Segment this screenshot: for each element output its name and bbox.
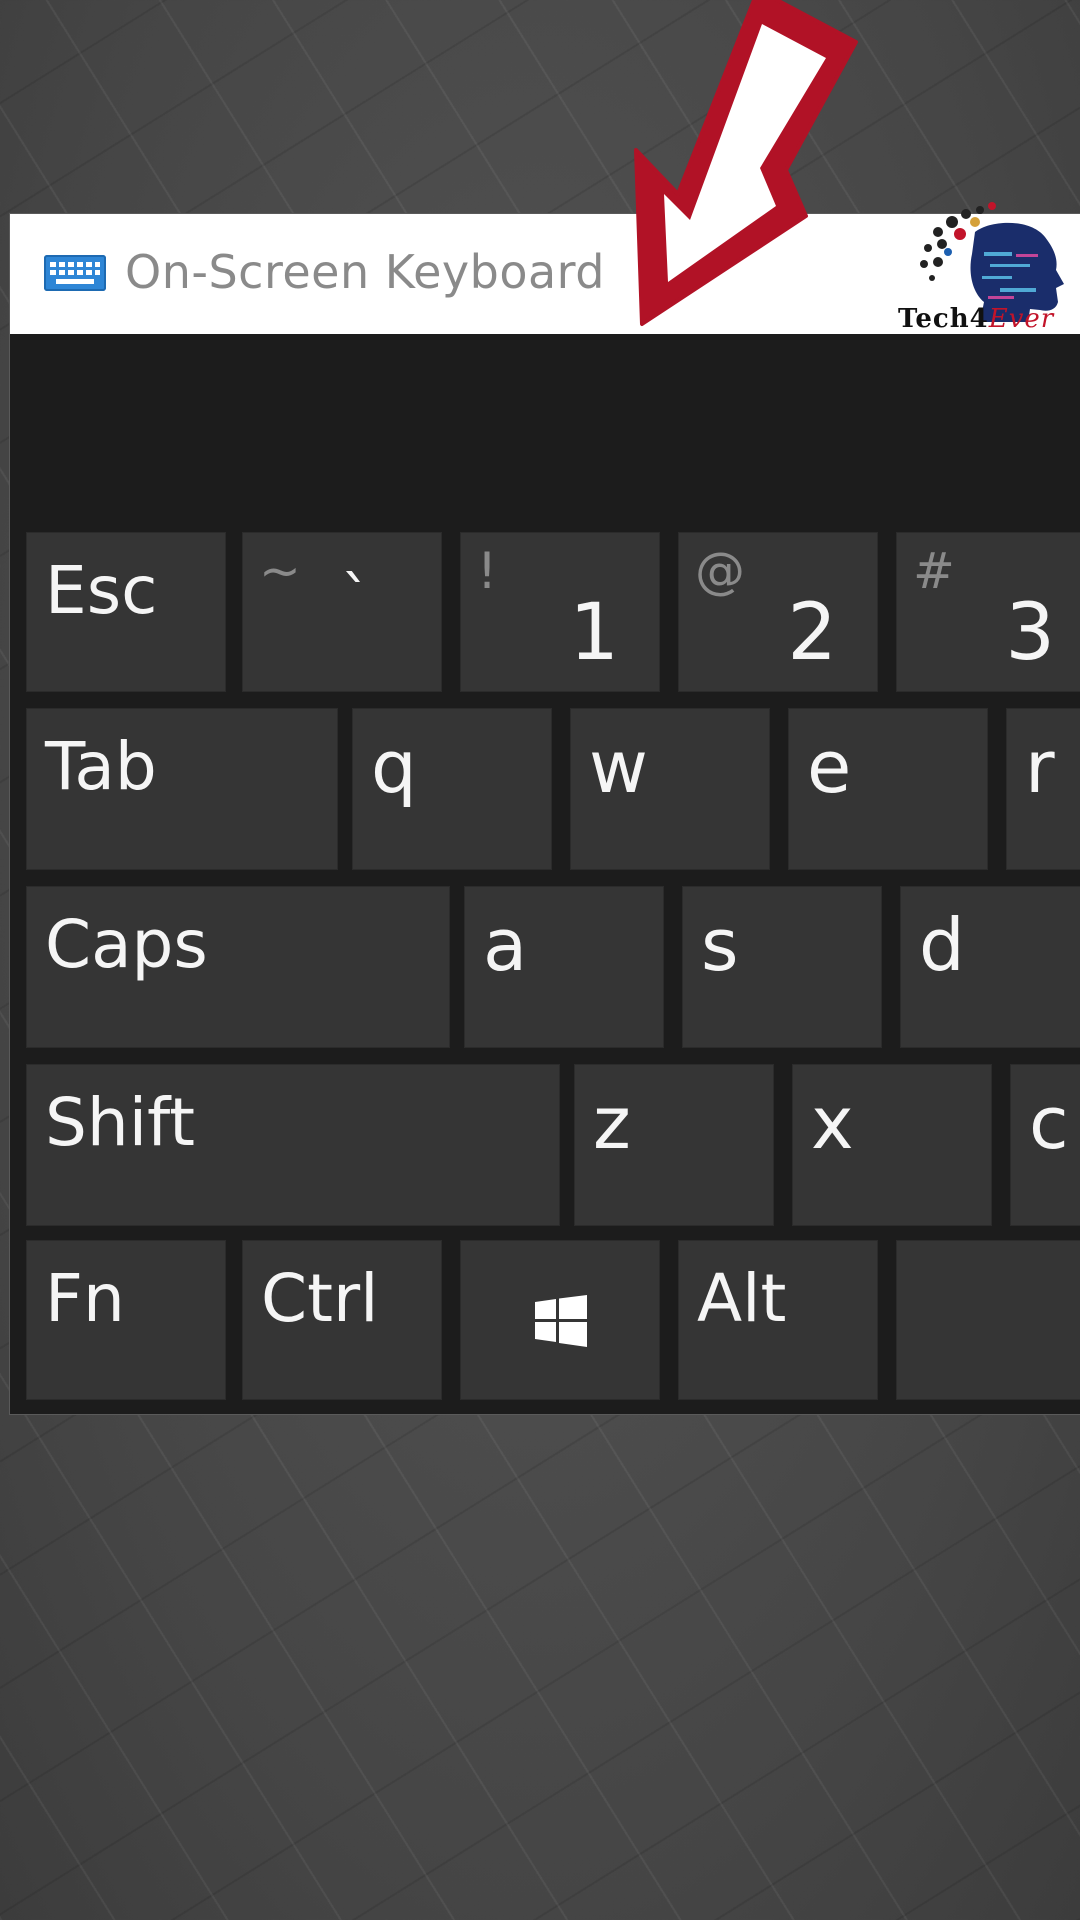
key-z-label: z: [593, 1081, 631, 1165]
key-x-label: x: [811, 1081, 854, 1165]
key-ctrl-label: Ctrl: [261, 1260, 379, 1337]
key-backtick-label: `: [341, 564, 371, 634]
windows-logo-icon: [535, 1295, 587, 1347]
key-3[interactable]: # 3: [896, 532, 1080, 692]
key-3-shift-label: #: [913, 542, 955, 600]
key-x[interactable]: x: [792, 1064, 992, 1226]
key-fn-label: Fn: [45, 1260, 125, 1337]
keyboard-keys: Esc ~ ` ! 1 @ 2 # 3 Tab q w e r Caps a s…: [10, 214, 1080, 1414]
key-d-label: d: [919, 903, 965, 987]
key-a-label: a: [483, 903, 528, 987]
key-e-label: e: [807, 725, 852, 809]
key-d[interactable]: d: [900, 886, 1080, 1048]
key-tab-label: Tab: [45, 728, 157, 805]
key-alt[interactable]: Alt: [678, 1240, 878, 1400]
key-2-label: 2: [787, 588, 837, 678]
key-c-label: c: [1029, 1081, 1069, 1165]
key-shift-label: Shift: [45, 1084, 196, 1161]
key-2[interactable]: @ 2: [678, 532, 878, 692]
key-tab[interactable]: Tab: [26, 708, 338, 870]
key-z[interactable]: z: [574, 1064, 774, 1226]
key-w[interactable]: w: [570, 708, 770, 870]
key-e[interactable]: e: [788, 708, 988, 870]
key-3-label: 3: [1005, 588, 1055, 678]
key-fn[interactable]: Fn: [26, 1240, 226, 1400]
key-a[interactable]: a: [464, 886, 664, 1048]
key-c[interactable]: c: [1010, 1064, 1080, 1226]
key-backtick-shift-label: ~: [259, 542, 301, 600]
key-1-shift-label: !: [477, 542, 498, 600]
key-w-label: w: [589, 725, 648, 809]
key-esc[interactable]: Esc: [26, 532, 226, 692]
red-arrow-annotation-icon: [634, 0, 858, 326]
key-2-shift-label: @: [695, 542, 745, 600]
key-caps[interactable]: Caps: [26, 886, 450, 1048]
key-windows[interactable]: [460, 1240, 660, 1400]
key-q-label: q: [371, 725, 417, 809]
key-r[interactable]: r: [1006, 708, 1080, 870]
desktop-background: { "window": { "title": "On-Screen Keyboa…: [0, 0, 1080, 1920]
key-esc-label: Esc: [45, 552, 158, 629]
key-caps-label: Caps: [45, 906, 208, 983]
key-shift[interactable]: Shift: [26, 1064, 560, 1226]
on-screen-keyboard-window: On-Screen Keyboard Tech4Ever Esc ~ ` ! 1…: [10, 202, 1080, 1414]
key-backtick[interactable]: ~ `: [242, 532, 442, 692]
key-1[interactable]: ! 1: [460, 532, 660, 692]
key-alt-label: Alt: [697, 1260, 787, 1337]
key-s[interactable]: s: [682, 886, 882, 1048]
key-1-label: 1: [569, 588, 619, 678]
key-space[interactable]: [896, 1240, 1080, 1400]
key-ctrl[interactable]: Ctrl: [242, 1240, 442, 1400]
key-s-label: s: [701, 903, 739, 987]
key-r-label: r: [1025, 725, 1055, 809]
key-q[interactable]: q: [352, 708, 552, 870]
